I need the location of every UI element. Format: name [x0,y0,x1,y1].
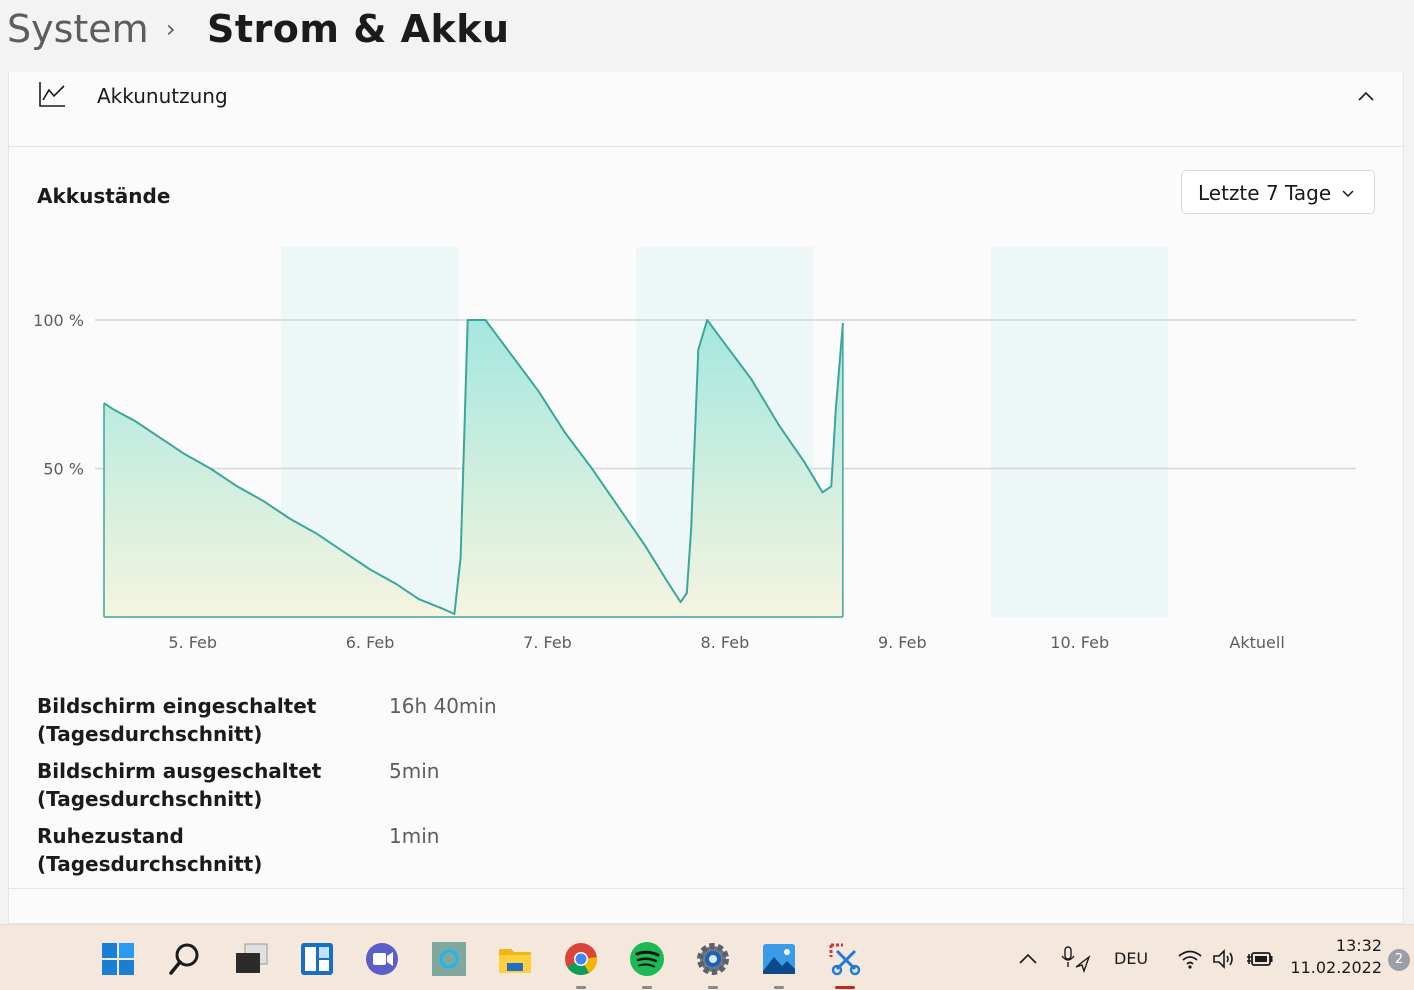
task-view-button[interactable] [231,939,271,979]
wifi-icon [1178,950,1202,969]
chevron-up-icon [1358,91,1374,101]
settings-button[interactable] [693,939,733,989]
active-indicator [835,986,855,989]
photos-button[interactable] [759,939,799,989]
stat-value: 16h 40min [389,694,497,718]
widgets-icon [301,943,333,975]
open-indicator [708,986,718,989]
clock-date: 11.02.2022 [1290,958,1382,977]
open-indicator [774,986,784,989]
start-button[interactable] [98,939,138,979]
teams-chat-icon [366,943,398,975]
breadcrumb-separator: › [166,15,176,43]
tray-overflow-button[interactable] [1008,939,1048,979]
x-tick-label: 8. Feb [701,633,750,652]
widgets-button[interactable] [297,939,337,979]
taskbar: DEU 13:32 11.02.2022 2 [0,924,1414,990]
battery-usage-card: Akkunutzung Akkustände Letzte 7 Tage 100… [8,72,1404,924]
open-indicator [642,986,652,989]
x-tick-label: 9. Feb [878,633,927,652]
battery-button[interactable] [1240,939,1280,979]
task-view-icon [236,943,268,973]
chrome-icon [565,943,598,976]
chrome-button[interactable] [561,939,601,989]
open-indicator [576,986,586,989]
battery-levels-chart: 100 % 50 % 5. Feb 6. Feb 7. Feb 8. Feb 9. Feb 1… [33,247,1356,652]
stat-value: 1min [389,824,440,848]
battery-levels-title: Akkustände [37,184,171,208]
file-explorer-button[interactable] [495,939,535,979]
clock[interactable]: 13:32 11.02.2022 [1286,935,1382,979]
chart-line-icon [39,82,65,107]
settings-icon [697,943,729,975]
page-header: System › Strom & Akku [0,0,1414,72]
start-icon [102,943,134,975]
input-language[interactable]: DEU [1114,937,1148,981]
speaker-icon [1213,949,1233,969]
breadcrumb-parent[interactable]: System [7,6,149,52]
chevron-down-icon [1342,190,1354,198]
clock-time: 13:32 [1335,936,1382,955]
stat-value: 5min [389,759,440,783]
search-button[interactable] [165,939,205,979]
divider [9,888,1403,889]
photos-icon [763,944,795,974]
period-dropdown[interactable]: Letzte 7 Tage [1181,170,1375,214]
file-explorer-icon [499,949,531,973]
stat-label: Bildschirm ausgeschaltet (Tagesdurchschn… [37,759,322,811]
app-button[interactable] [429,939,469,979]
page-title: Strom & Akku [207,7,510,51]
y-tick-label: 100 % [33,311,84,330]
x-tick-label: 10. Feb [1050,633,1109,652]
snipping-tool-icon [829,943,861,976]
battery-charging-icon [1247,952,1273,966]
x-tick-label: 5. Feb [168,633,217,652]
notification-badge[interactable]: 2 [1388,949,1410,971]
period-dropdown-value: Letzte 7 Tage [1198,181,1332,205]
snipping-tool-button[interactable] [825,939,865,989]
collapse-button[interactable] [1351,82,1381,112]
search-icon [169,943,199,975]
chevron-up-icon [1019,953,1037,964]
x-tick-label: 6. Feb [346,633,395,652]
spotify-icon [630,942,664,976]
battery-usage-label: Akkunutzung [97,84,228,108]
spotify-button[interactable] [627,939,667,989]
app-icon [432,942,466,976]
teams-chat-button[interactable] [362,939,402,979]
x-tick-label: 7. Feb [523,633,572,652]
y-tick-label: 50 % [43,460,84,479]
x-tick-label: Aktuell [1229,633,1284,652]
stat-label: Bildschirm eingeschaltet (Tagesdurchschn… [37,694,317,746]
day-band [991,247,1169,617]
stat-label: Ruhezustand (Tagesdurchschnitt) [37,824,263,876]
volume-button[interactable] [1204,939,1244,979]
battery-usage-expander[interactable]: Akkunutzung [9,72,1403,147]
mic-location-indicator[interactable] [1055,939,1095,979]
microphone-location-icon [1061,946,1091,973]
